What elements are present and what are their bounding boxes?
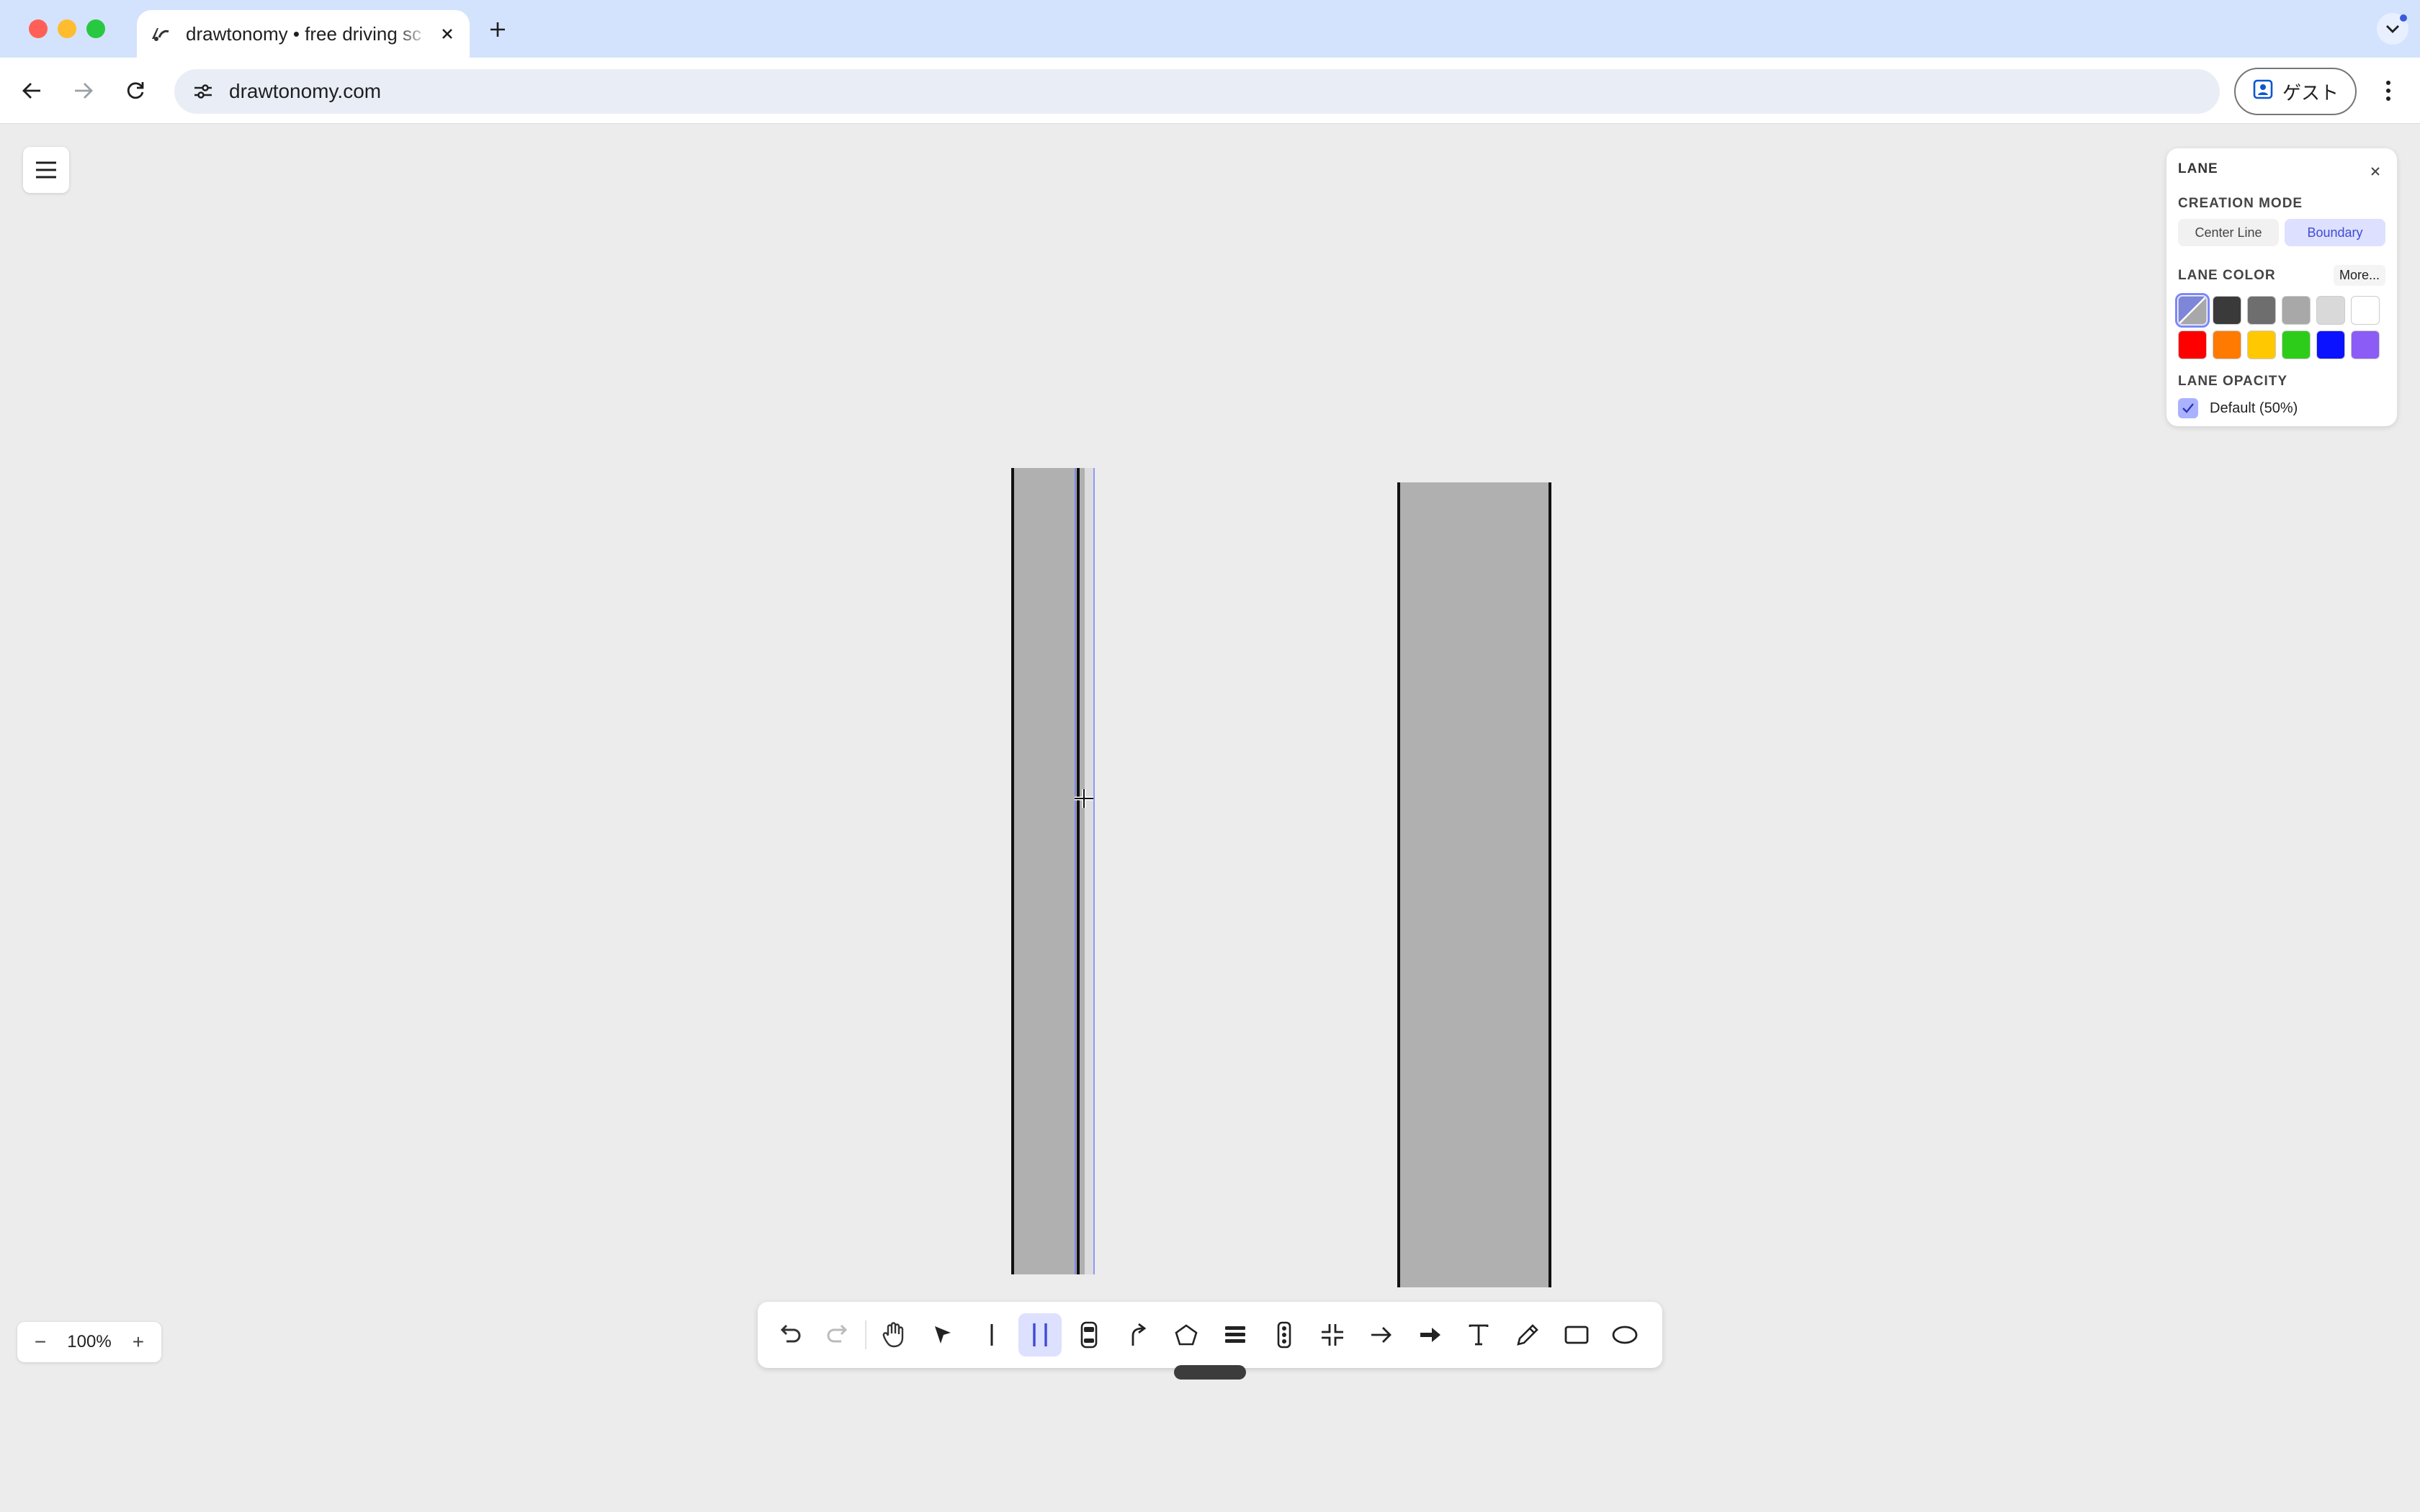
undo-icon[interactable] — [768, 1313, 811, 1356]
color-swatch-blue[interactable] — [2316, 330, 2345, 359]
tab-search-chevron-icon[interactable] — [2377, 13, 2408, 45]
rectangle-icon[interactable] — [1555, 1313, 1598, 1356]
color-swatch-lighter-gray[interactable] — [2316, 296, 2345, 325]
site-favicon-icon — [150, 24, 170, 44]
site-settings-icon[interactable] — [187, 76, 219, 107]
lane-settings-panel: LANE CREATION MODE Center Line Boundary … — [2166, 148, 2397, 426]
zoom-in-button[interactable]: + — [125, 1331, 151, 1354]
bold-arrow-icon[interactable] — [1409, 1313, 1452, 1356]
lane-guide-line — [1093, 468, 1095, 1274]
toolbar-divider — [865, 1320, 867, 1349]
close-window-button[interactable] — [29, 19, 48, 38]
more-colors-button[interactable]: More... — [2333, 265, 2385, 286]
boundary-mode-button[interactable]: Boundary — [2285, 219, 2385, 246]
color-swatch-purple[interactable] — [2351, 330, 2380, 359]
panel-title: LANE — [2178, 161, 2218, 176]
zoom-level[interactable]: 100% — [67, 1332, 111, 1352]
browser-toolbar: drawtonomy.com ゲスト — [0, 58, 2420, 124]
traffic-light-icon[interactable] — [1263, 1313, 1306, 1356]
address-bar[interactable]: drawtonomy.com — [174, 69, 2220, 114]
new-tab-plus-icon[interactable] — [484, 16, 511, 43]
hamburger-menu-icon[interactable] — [23, 147, 69, 193]
color-swatch-default[interactable] — [2175, 293, 2210, 328]
arrow-icon[interactable] — [1360, 1313, 1403, 1356]
color-swatches — [2175, 293, 2385, 359]
hand-icon[interactable] — [872, 1313, 915, 1356]
color-swatch-dark[interactable] — [2213, 296, 2241, 325]
default-opacity-checkbox[interactable] — [2178, 398, 2198, 418]
lane-guide-line — [1075, 468, 1076, 1274]
close-icon[interactable] — [2365, 161, 2385, 181]
notification-dot — [2400, 14, 2407, 22]
lane-color-label: LANE COLOR — [2178, 267, 2276, 283]
browser-tab[interactable]: drawtonomy • free driving sc — [137, 10, 470, 58]
color-swatch-gray[interactable] — [2247, 296, 2276, 325]
url-text: drawtonomy.com — [229, 80, 382, 102]
crosshair-cursor-icon — [1075, 789, 1093, 808]
color-swatch-light-gray[interactable] — [2282, 296, 2311, 325]
lane-preview-fill — [1080, 468, 1093, 1274]
ellipse-icon[interactable] — [1603, 1313, 1646, 1356]
vehicle-icon[interactable] — [1067, 1313, 1111, 1356]
color-swatch-green[interactable] — [2282, 330, 2311, 359]
profile-icon — [2252, 78, 2274, 105]
intersection-icon[interactable] — [1311, 1313, 1354, 1356]
tab-title: drawtonomy • free driving sc — [186, 22, 422, 45]
lane-boundary-line[interactable] — [1077, 468, 1080, 1274]
default-opacity-label: Default (50%) — [2210, 400, 2298, 416]
crosswalk-icon[interactable] — [1214, 1313, 1257, 1356]
lane-icon[interactable] — [1018, 1313, 1062, 1356]
color-swatch-yellow[interactable] — [2247, 330, 2276, 359]
zoom-control: − 100% + — [17, 1322, 161, 1362]
lane-shape-left[interactable] — [1011, 468, 1085, 1274]
tab-close-icon[interactable] — [438, 24, 457, 43]
toolbar-drag-handle[interactable] — [1174, 1365, 1246, 1380]
back-arrow-icon[interactable] — [14, 73, 49, 108]
forward-arrow-icon[interactable] — [66, 73, 101, 108]
minimize-window-button[interactable] — [58, 19, 76, 38]
zoom-out-button[interactable]: − — [27, 1331, 53, 1354]
pencil-icon[interactable] — [1506, 1313, 1549, 1356]
drawing-canvas[interactable]: LANE CREATION MODE Center Line Boundary … — [0, 124, 2420, 1512]
lane-opacity-label: LANE OPACITY — [2178, 374, 2288, 389]
color-swatch-white[interactable] — [2351, 296, 2380, 325]
maximize-window-button[interactable] — [86, 19, 105, 38]
drawing-toolbar — [758, 1302, 1662, 1368]
browser-titlebar: drawtonomy • free driving sc — [0, 0, 2420, 58]
color-swatch-red[interactable] — [2178, 330, 2207, 359]
center-line-mode-button[interactable]: Center Line — [2178, 219, 2279, 246]
creation-mode-label: CREATION MODE — [2178, 196, 2303, 211]
reload-icon[interactable] — [118, 73, 153, 108]
lane-shape-right[interactable] — [1397, 482, 1551, 1287]
line-icon[interactable] — [970, 1313, 1013, 1356]
creation-mode-toggle: Center Line Boundary — [2178, 219, 2385, 246]
guest-profile-button[interactable]: ゲスト — [2234, 68, 2357, 115]
select-arrow-icon[interactable] — [921, 1313, 964, 1356]
redo-icon[interactable] — [817, 1313, 860, 1356]
text-icon[interactable] — [1457, 1313, 1500, 1356]
color-swatch-orange[interactable] — [2213, 330, 2241, 359]
kebab-menu-icon[interactable] — [2374, 73, 2403, 108]
path-icon[interactable] — [1116, 1313, 1160, 1356]
polygon-icon[interactable] — [1165, 1313, 1208, 1356]
guest-label: ゲスト — [2282, 81, 2339, 104]
